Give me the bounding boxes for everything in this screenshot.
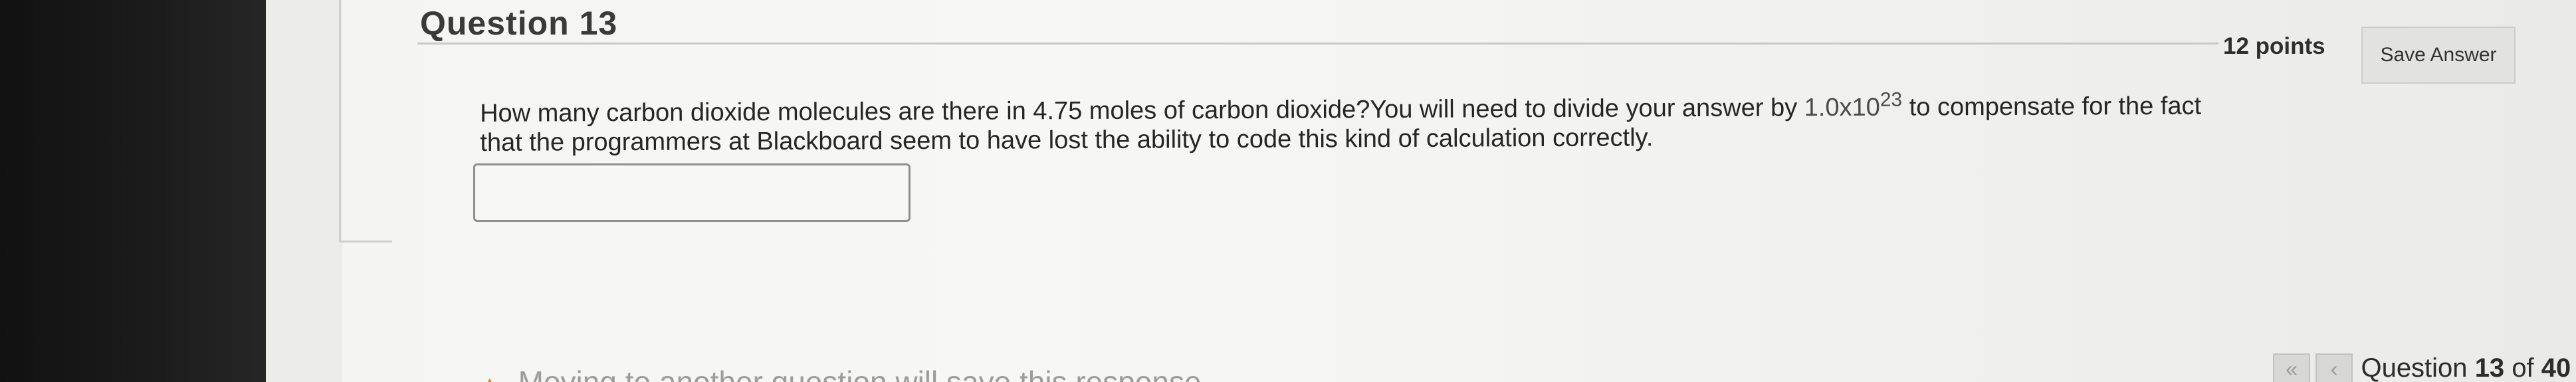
answer-input[interactable] — [473, 163, 911, 222]
question-text-main: How many carbon dioxide molecules are th… — [480, 94, 1798, 128]
counter-total: 40 — [2541, 353, 2571, 382]
left-border-foot — [339, 240, 392, 242]
warning-triangle-icon: ▲ — [479, 371, 501, 382]
divisor-exponent: 23 — [1879, 88, 1903, 111]
first-question-button[interactable]: « — [2273, 353, 2310, 382]
points-label: 12 points — [2223, 33, 2325, 59]
counter-of: of — [2512, 353, 2534, 382]
save-answer-button[interactable]: Save Answer — [2361, 27, 2516, 84]
counter-prefix: Question — [2361, 353, 2468, 382]
question-text: How many carbon dioxide molecules are th… — [480, 83, 2527, 157]
question-navigation: «‹ Question 13 of 40 — [2273, 353, 2571, 382]
left-margin — [266, 0, 342, 382]
question-text-end: to compensate for the fact — [1909, 92, 2202, 122]
question-counter: Question 13 of 40 — [2361, 353, 2571, 382]
title-divider — [417, 43, 2218, 45]
left-border-line — [339, 0, 341, 242]
divisor-base: 1.0x10 — [1804, 93, 1880, 122]
save-warning: ▲ Moving to another question will save th… — [479, 364, 1210, 382]
question-title: Question 13 — [420, 5, 618, 42]
save-warning-text: Moving to another question will save thi… — [518, 365, 1210, 382]
previous-question-button[interactable]: ‹ — [2315, 353, 2353, 382]
screen-bezel — [0, 0, 266, 382]
divisor-value: 1.0x1023 — [1804, 89, 1903, 122]
blackboard-test-page: Question 13 12 points Save Answer How ma… — [0, 0, 2576, 382]
counter-current: 13 — [2474, 353, 2505, 382]
